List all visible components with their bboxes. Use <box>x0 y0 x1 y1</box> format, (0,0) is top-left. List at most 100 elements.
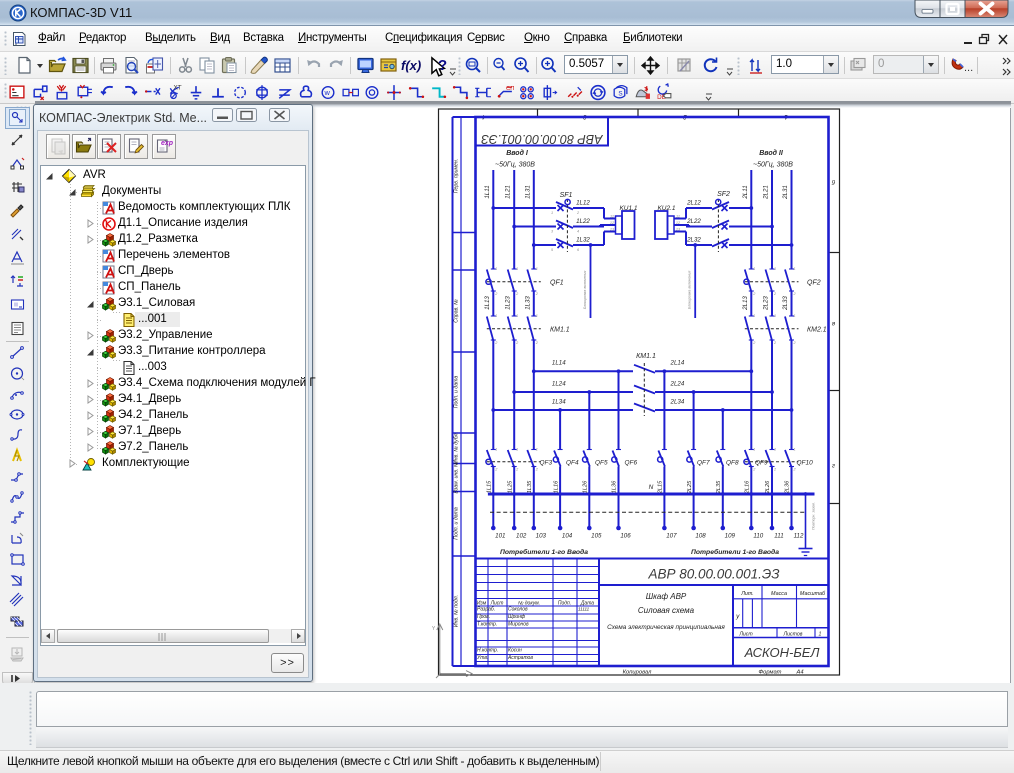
svg-text:105: 105 <box>591 533 602 540</box>
svg-text:1: 1 <box>495 267 497 271</box>
svg-text:Пров.: Пров. <box>477 614 490 620</box>
svg-text:1: 1 <box>774 267 776 271</box>
svg-text:1L24: 1L24 <box>552 381 566 388</box>
svg-text:exp: exp <box>161 140 173 147</box>
svg-text:2L22: 2L22 <box>686 218 701 225</box>
svg-text:Масштаб: Масштаб <box>800 591 826 597</box>
svg-text:w: w <box>324 88 331 97</box>
svg-text:Миронов: Миронов <box>508 622 529 628</box>
svg-text:Инв. № дубл.: Инв. № дубл. <box>454 432 460 464</box>
svg-text:Перв. примен.: Перв. примен. <box>454 159 460 193</box>
svg-text:Инв. № подл.: Инв. № подл. <box>454 595 460 627</box>
svg-text:Потребители 1-го Ввода: Потребители 1-го Ввода <box>691 548 779 556</box>
svg-text:4: 4 <box>577 230 579 234</box>
svg-text:АВР 80.00.00.001.ЭЗ: АВР 80.00.00.001.ЭЗ <box>648 567 781 582</box>
svg-text:1: 1 <box>536 267 538 271</box>
svg-text:KU2.1: KU2.1 <box>657 205 675 212</box>
svg-text:Схема электрическая принципиал: Схема электрическая принципиальная <box>607 624 725 631</box>
svg-text:11: 11 <box>676 215 680 219</box>
svg-text:KU1.1: KU1.1 <box>619 205 637 212</box>
svg-text:2L12: 2L12 <box>686 200 701 207</box>
svg-text:2L31: 2L31 <box>782 185 789 200</box>
svg-text:104: 104 <box>562 533 573 540</box>
svg-text:1L32: 1L32 <box>576 237 590 244</box>
svg-text:2: 2 <box>515 341 519 345</box>
svg-text:2L14: 2L14 <box>670 360 685 367</box>
svg-text:1L12: 1L12 <box>576 200 590 207</box>
svg-text:SF2: SF2 <box>717 191 730 198</box>
svg-text:2L34: 2L34 <box>670 399 685 406</box>
svg-text:1: 1 <box>516 314 518 318</box>
svg-text:Шкаф АВР: Шкаф АВР <box>646 592 687 601</box>
svg-text:2L26: 2L26 <box>765 480 771 494</box>
svg-text:2L24: 2L24 <box>670 381 685 388</box>
svg-text:1: 1 <box>774 448 776 452</box>
svg-text:QF2: QF2 <box>807 280 821 287</box>
svg-text:QF8: QF8 <box>726 460 739 467</box>
svg-text:1: 1 <box>495 314 497 318</box>
svg-text:1L25: 1L25 <box>507 480 513 493</box>
svg-text:1: 1 <box>536 314 538 318</box>
svg-text:Силовая схема: Силовая схема <box>638 606 695 615</box>
svg-text:102: 102 <box>516 533 527 540</box>
svg-text:2: 2 <box>515 468 519 472</box>
svg-text:Подп. и дата: Подп. и дата <box>454 507 460 540</box>
svg-text:2: 2 <box>792 292 796 296</box>
svg-text:1: 1 <box>793 314 795 318</box>
svg-text:2L11: 2L11 <box>742 185 749 199</box>
svg-text:108: 108 <box>695 533 706 540</box>
svg-text:1L22: 1L22 <box>576 218 590 225</box>
svg-text:Повторн. зазем.: Повторн. зазем. <box>812 502 816 530</box>
svg-text:1: 1 <box>753 448 755 452</box>
svg-text:1L21: 1L21 <box>505 185 512 199</box>
svg-text:6: 6 <box>577 248 580 252</box>
svg-text:1L36: 1L36 <box>612 480 618 493</box>
svg-text:1L13: 1L13 <box>484 296 491 310</box>
svg-text:1: 1 <box>753 314 755 318</box>
svg-text:Утв.: Утв. <box>477 655 488 661</box>
svg-text:Формат: Формат <box>758 670 781 676</box>
svg-text:Масса: Масса <box>771 591 787 597</box>
svg-text:1: 1 <box>819 631 822 637</box>
svg-text:Ввод I: Ввод I <box>506 149 529 157</box>
svg-text:КМ1.1: КМ1.1 <box>636 353 656 360</box>
svg-text:Справ. №: Справ. № <box>454 299 460 323</box>
svg-text:СП: СП <box>506 86 514 92</box>
svg-text:2: 2 <box>494 341 498 345</box>
svg-text:Копировал: Копировал <box>623 670 653 676</box>
svg-text:1: 1 <box>495 448 497 452</box>
svg-text:Ввод II: Ввод II <box>759 149 784 157</box>
svg-text:QF1: QF1 <box>550 280 564 287</box>
svg-text:2: 2 <box>535 341 539 345</box>
svg-text:2L23: 2L23 <box>763 296 770 311</box>
svg-text:2: 2 <box>535 292 539 296</box>
svg-text:5: 5 <box>551 248 554 252</box>
svg-text:2: 2 <box>576 211 580 215</box>
svg-text:АСКОН-БЕЛ: АСКОН-БЕЛ <box>744 645 820 660</box>
svg-text:1: 1 <box>793 267 795 271</box>
svg-text:QF9: QF9 <box>755 460 768 467</box>
svg-text:QF6: QF6 <box>625 460 638 467</box>
svg-text:11: 11 <box>610 215 614 219</box>
svg-text:КМ2.1: КМ2.1 <box>807 327 827 334</box>
svg-text:2L16: 2L16 <box>745 480 751 494</box>
svg-text:у: у <box>735 613 740 620</box>
svg-text:Подп.: Подп. <box>558 601 571 607</box>
svg-text:Шринф: Шринф <box>508 614 526 620</box>
svg-text:1L14: 1L14 <box>552 360 566 367</box>
svg-text:XT: XT <box>173 84 181 91</box>
svg-text:1: 1 <box>793 448 795 452</box>
svg-text:1L35: 1L35 <box>527 480 533 493</box>
svg-text:1L11: 1L11 <box>484 185 491 198</box>
svg-text:КМ1.1: КМ1.1 <box>550 327 570 334</box>
svg-text:107: 107 <box>666 533 677 540</box>
svg-text:QF10: QF10 <box>797 460 814 467</box>
svg-text:101: 101 <box>495 533 505 540</box>
svg-text:1: 1 <box>753 267 755 271</box>
svg-text:2L15: 2L15 <box>658 480 664 494</box>
svg-text:2: 2 <box>752 468 756 472</box>
svg-text:2: 2 <box>792 341 796 345</box>
svg-text:2: 2 <box>773 468 777 472</box>
svg-text:2L36: 2L36 <box>785 480 791 494</box>
svg-text:Соколов: Соколов <box>508 607 528 613</box>
